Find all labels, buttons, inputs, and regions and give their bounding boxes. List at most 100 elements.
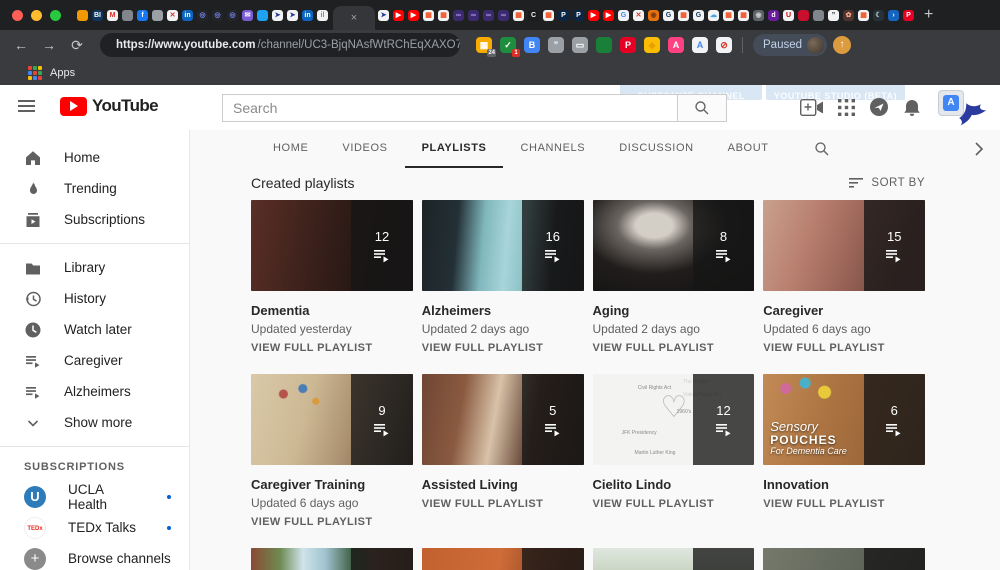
browser-tab[interactable]: U <box>783 10 794 21</box>
tab-playlists[interactable]: PLAYLISTS <box>405 130 504 168</box>
playlist-card[interactable]: 15 Caregiver Updated 6 days ago VIEW FUL… <box>763 200 925 354</box>
browser-tab[interactable]: ∞ <box>453 10 464 21</box>
browser-tab[interactable]: G <box>663 10 674 21</box>
menu-icon[interactable] <box>18 100 35 115</box>
window-controls[interactable] <box>12 10 61 21</box>
browser-tab[interactable]: ▦ <box>738 10 749 21</box>
browser-tab[interactable] <box>798 10 809 21</box>
view-full-playlist-link[interactable]: VIEW FULL PLAYLIST <box>593 342 755 354</box>
browser-tab[interactable]: P <box>558 10 569 21</box>
browser-tab[interactable]: ◎ <box>212 10 223 21</box>
forward-button[interactable]: → <box>38 37 60 53</box>
apps-bookmark[interactable]: Apps <box>50 67 75 79</box>
browser-tab[interactable]: G <box>693 10 704 21</box>
browser-tab[interactable]: ➤ <box>287 10 298 21</box>
browser-tab[interactable]: ➤ <box>378 10 389 21</box>
playlist-thumbnail[interactable]: 12 <box>251 200 413 291</box>
playlist-thumbnail[interactable]: 5 <box>422 374 584 465</box>
browser-tab[interactable]: BI <box>92 10 103 21</box>
browser-tab[interactable] <box>813 10 824 21</box>
playlist-title[interactable]: Alzheimers <box>422 303 584 318</box>
browser-tab[interactable]: C <box>528 10 539 21</box>
sidebar-item-show-more[interactable]: Show more <box>0 407 189 438</box>
sidebar-item-ucla-health[interactable]: U UCLA Health <box>0 481 189 512</box>
playlist-title[interactable]: Caregiver <box>763 303 925 318</box>
browser-tab[interactable]: il <box>317 10 328 21</box>
browser-tab[interactable]: ∞ <box>468 10 479 21</box>
browser-tab[interactable]: › <box>888 10 899 21</box>
view-full-playlist-link[interactable]: VIEW FULL PLAYLIST <box>422 342 584 354</box>
playlist-thumbnail[interactable]: ♡ Civil Rights Act Voting Rights Act 196… <box>593 374 755 465</box>
playlist-title[interactable]: Aging <box>593 303 755 318</box>
browser-tab[interactable]: M <box>107 10 118 21</box>
browser-tab[interactable]: ◎ <box>197 10 208 21</box>
playlist-thumbnail[interactable]: 15 <box>763 200 925 291</box>
sidebar-item-library[interactable]: Library <box>0 252 189 283</box>
search-button[interactable] <box>677 94 727 122</box>
browser-tab[interactable]: ▶ <box>603 10 614 21</box>
playlist-card[interactable]: 8 Aging Updated 2 days ago VIEW FULL PLA… <box>593 200 755 354</box>
sidebar-item-browse-channels[interactable]: + Browse channels <box>0 543 189 570</box>
browser-tab[interactable]: ▶ <box>588 10 599 21</box>
view-full-playlist-link[interactable]: VIEW FULL PLAYLIST <box>763 342 925 354</box>
playlist-thumbnail[interactable]: 22 <box>763 548 925 570</box>
extension-icon[interactable]: ▭ <box>572 37 588 53</box>
search-input[interactable] <box>222 94 677 122</box>
sidebar-item-watch-later[interactable]: Watch later <box>0 314 189 345</box>
tab-home[interactable]: HOME <box>256 130 325 168</box>
browser-tab[interactable]: ▦ <box>513 10 524 21</box>
playlist-title[interactable]: Innovation <box>763 477 925 492</box>
browser-tab[interactable]: ✉ <box>242 10 253 21</box>
playlist-card[interactable]: SAN MIGUEL 22 <box>422 548 584 570</box>
extension-icon[interactable]: ⊘ <box>716 37 732 53</box>
reload-button[interactable]: ⟳ <box>66 37 88 54</box>
browser-tab[interactable]: ▦ <box>678 10 689 21</box>
back-button[interactable]: ← <box>10 37 32 53</box>
window-control-button[interactable] <box>31 10 42 21</box>
view-full-playlist-link[interactable]: VIEW FULL PLAYLIST <box>251 342 413 354</box>
sidebar-item-alzheimers[interactable]: Alzheimers <box>0 376 189 407</box>
browser-tab[interactable]: ✕ <box>633 10 644 21</box>
playlist-card[interactable]: ♡ Civil Rights Act Voting Rights Act 196… <box>593 374 755 528</box>
extension-icon[interactable]: B <box>524 37 540 53</box>
sidebar-item-history[interactable]: History <box>0 283 189 314</box>
tab-channels[interactable]: CHANNELS <box>503 130 602 168</box>
browser-tab[interactable]: ∞ <box>483 10 494 21</box>
playlist-thumbnail[interactable]: 16 <box>422 200 584 291</box>
extension-icon[interactable]: ” <box>548 37 564 53</box>
browser-tab[interactable]: ” <box>828 10 839 21</box>
browser-tab[interactable]: ▦ <box>423 10 434 21</box>
sidebar-item-tedx-talks[interactable]: TEDx TEDx Talks <box>0 512 189 543</box>
playlist-title[interactable]: Dementia <box>251 303 413 318</box>
browser-tab[interactable]: ✕ <box>167 10 178 21</box>
browser-tab[interactable]: ▦ <box>858 10 869 21</box>
playlist-title[interactable]: Assisted Living <box>422 477 584 492</box>
browser-tab[interactable]: P <box>573 10 584 21</box>
browser-tab[interactable]: ☁ <box>708 10 719 21</box>
new-tab-button[interactable]: + <box>924 6 933 24</box>
extension-icon[interactable]: A <box>668 37 684 53</box>
playlist-card[interactable]: 16 Alzheimers Updated 2 days ago VIEW FU… <box>422 200 584 354</box>
view-full-playlist-link[interactable]: VIEW FULL PLAYLIST <box>251 516 413 528</box>
view-full-playlist-link[interactable]: VIEW FULL PLAYLIST <box>593 498 755 510</box>
extension-icon[interactable]: P <box>620 37 636 53</box>
browser-tab[interactable]: ▦ <box>543 10 554 21</box>
playlist-card[interactable]: Sensory POUCHES For Dementia Care 6 Inno… <box>763 374 925 528</box>
browser-tab[interactable]: P <box>903 10 914 21</box>
update-icon[interactable]: ↑ <box>833 36 851 54</box>
playlist-thumbnail[interactable]: 8 <box>593 200 755 291</box>
playlist-card[interactable]: 5 Assisted Living VIEW FULL PLAYLIST <box>422 374 584 528</box>
channel-search-icon[interactable] <box>814 130 830 168</box>
browser-tab[interactable]: ✿ <box>843 10 854 21</box>
tabs-overflow-chevron-icon[interactable] <box>974 130 984 168</box>
view-full-playlist-link[interactable]: VIEW FULL PLAYLIST <box>763 498 925 510</box>
extension-icon[interactable]: A <box>692 37 708 53</box>
browser-tab[interactable]: ▶ <box>408 10 419 21</box>
extension-icon[interactable] <box>596 37 612 53</box>
create-video-icon[interactable] <box>800 99 824 116</box>
window-control-button[interactable] <box>12 10 23 21</box>
browser-tab[interactable]: ▦ <box>723 10 734 21</box>
youtube-logo[interactable]: YouTube <box>60 96 158 116</box>
browser-tab[interactable] <box>77 10 88 21</box>
sidebar-item-subscriptions[interactable]: Subscriptions <box>0 204 189 235</box>
